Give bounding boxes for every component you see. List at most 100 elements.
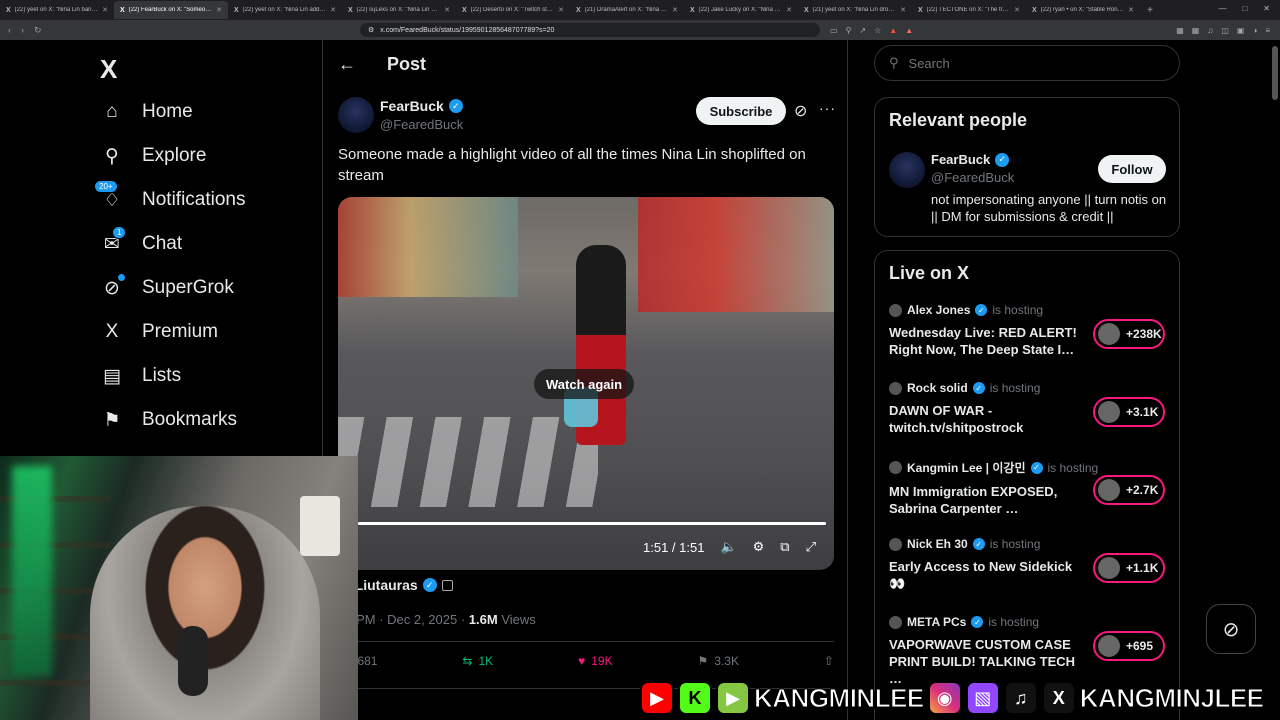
subscribe-button[interactable]: Subscribe: [696, 97, 786, 125]
more-options-icon[interactable]: ···: [819, 100, 836, 116]
watch-again-button[interactable]: Watch again: [534, 369, 635, 399]
person-avatar[interactable]: [889, 152, 925, 188]
close-tab-icon[interactable]: ✕: [672, 6, 678, 14]
live-listener-pill[interactable]: +238K: [1093, 319, 1165, 349]
like-button[interactable]: ♥ 19K: [578, 654, 612, 668]
reload-icon[interactable]: ↻: [34, 25, 42, 36]
video-progress-fill: [358, 522, 826, 525]
browser-tab[interactable]: X(22) ryan • on X: "Stable Ronaldo… ✕: [1026, 1, 1140, 19]
browser-tab[interactable]: X(22) sųLexs on X: "Nina Lin was ca… ✕: [342, 1, 456, 19]
nav-item-notifications[interactable]: ♢ 20+ Notifications: [94, 180, 246, 212]
tab-title: (22) yeet on X: "Nina Lin addresse…: [242, 7, 326, 13]
close-tab-icon[interactable]: ✕: [216, 6, 222, 14]
scrollbar[interactable]: [1272, 46, 1278, 100]
nav-item-bookmarks[interactable]: ⚑ Bookmarks: [100, 408, 237, 432]
person-name-row[interactable]: FearBuck ✓: [931, 152, 1010, 167]
follow-button[interactable]: Follow: [1098, 155, 1166, 183]
close-tab-icon[interactable]: ✕: [330, 6, 336, 14]
zoom-icon[interactable]: ⚲: [846, 26, 852, 35]
browser-tab[interactable]: X(22) yeet on X: "Nina Lin banned o…✕: [0, 1, 114, 19]
repost-count: 1K: [478, 654, 494, 668]
x-logo[interactable]: X: [100, 54, 117, 85]
volume-icon[interactable]: 🔈: [720, 539, 736, 555]
bookmark-star-icon[interactable]: ☆: [874, 26, 881, 35]
author-name[interactable]: FearBuck: [380, 98, 444, 114]
close-tab-icon[interactable]: ✕: [900, 6, 906, 14]
x-favicon-icon: X: [804, 6, 809, 14]
bookmark-button[interactable]: ⚑ 3.3K: [698, 654, 739, 668]
x-favicon-icon: X: [6, 6, 11, 14]
tab-title: (22) ryan • on X: "Stable Ronaldo…: [1040, 7, 1124, 13]
grok-icon: ⊘: [100, 274, 125, 300]
minimize-icon[interactable]: —: [1218, 4, 1226, 13]
close-tab-icon[interactable]: ✕: [1128, 6, 1134, 14]
site-info-icon[interactable]: ⚙: [368, 26, 374, 34]
new-tab-button[interactable]: +: [1140, 5, 1160, 16]
live-item[interactable]: Alex Jones ✓ is hosting Wednesday Live: RED…: [889, 303, 1169, 358]
listener-count: +3.1K: [1126, 405, 1159, 419]
live-title: MN Immigration EXPOSED, Sabrina Carpente…: [889, 484, 1058, 516]
settings-icon[interactable]: ⚙: [753, 539, 765, 555]
nav-item-premium[interactable]: X Premium: [100, 320, 218, 344]
video-player[interactable]: Watch again 1:51 / 1:51 🔈 ⚙ ⧉ ⤢: [338, 197, 834, 570]
live-item[interactable]: Kangmin Lee | 이강민 ✓ is hosting MN Immigrati…: [889, 459, 1169, 517]
close-tab-icon[interactable]: ✕: [444, 6, 450, 14]
search-input[interactable]: ⚲ Search: [874, 45, 1180, 81]
person-handle[interactable]: @FearedBuck: [931, 170, 1014, 185]
music-icon[interactable]: ♫: [1207, 26, 1213, 35]
browser-tab[interactable]: X(21) DramaAlert on X: "Nina Lin &…✕: [570, 1, 684, 19]
close-tab-icon[interactable]: ✕: [558, 6, 564, 14]
repost-button[interactable]: ⇆ 1K: [462, 654, 493, 668]
browser-tab[interactable]: X(22) Deserto on X: "Twitch streame… ✕: [456, 1, 570, 19]
live-listener-pill[interactable]: +2.7K: [1093, 475, 1165, 505]
nav-item-explore[interactable]: ⚲ Explore: [100, 144, 206, 168]
share-icon[interactable]: ↗: [859, 26, 866, 35]
nav-item-supergrok[interactable]: ⊘ SuperGrok: [100, 274, 234, 300]
video-progress-bar[interactable]: [358, 522, 826, 525]
close-tab-icon[interactable]: ✕: [102, 6, 108, 14]
browser-tab[interactable]: X (22) FearBuck on X: "Someone… ✕: [114, 1, 228, 19]
right-sidebar: ⚲ Search Relevant people FearBuck ✓ @Fear…: [848, 40, 1268, 720]
browser-tab[interactable]: X(22) Jake Lucky on X: "Nina Lin is j…✕: [684, 1, 798, 19]
wallet-icon[interactable]: ▣: [1237, 26, 1245, 35]
vpn-icon[interactable]: ◑: [1252, 26, 1257, 35]
grok-icon[interactable]: ⊘: [794, 101, 807, 121]
grok-floating-button[interactable]: ⊘: [1206, 604, 1256, 654]
back-arrow-icon[interactable]: ←: [338, 54, 356, 75]
url-field[interactable]: ⚙ x.com/FearedBuck/status/19959012856487…: [360, 23, 820, 37]
maximize-icon[interactable]: □: [1242, 4, 1247, 13]
close-tab-icon[interactable]: ✕: [786, 6, 792, 14]
rewards-icon[interactable]: ▲: [905, 26, 913, 35]
cast-icon[interactable]: ▭: [830, 26, 838, 35]
live-listener-pill[interactable]: +1.1K: [1093, 553, 1165, 583]
browser-tab[interactable]: X(21) yeet on X: "Nina Lin drops an… ✕: [798, 1, 912, 19]
nav-item-home[interactable]: ⌂ Home: [100, 100, 192, 124]
like-count: 19K: [591, 654, 613, 668]
close-tab-icon[interactable]: ✕: [1014, 6, 1020, 14]
live-listener-pill[interactable]: +695: [1093, 631, 1165, 661]
live-item[interactable]: Rock solid ✓ is hosting DAWN OF WAR - twitc…: [889, 381, 1169, 436]
back-browser-icon[interactable]: ‹: [8, 25, 11, 36]
extension-icon[interactable]: ▦: [1176, 26, 1184, 35]
forward-browser-icon[interactable]: ›: [21, 25, 24, 36]
brave-shield-icon[interactable]: ▲: [889, 26, 897, 35]
nav-item-lists[interactable]: ▤ Lists: [100, 364, 181, 388]
author-handle[interactable]: @FearedBuck: [380, 117, 463, 132]
fullscreen-icon[interactable]: ⤢: [806, 539, 816, 555]
sidebar-icon[interactable]: ◫: [1221, 26, 1229, 35]
listener-avatar: [1098, 557, 1120, 579]
share-button[interactable]: ⇧: [824, 654, 834, 668]
live-item[interactable]: Nick Eh 30 ✓ is hosting Early Access to New…: [889, 537, 1169, 592]
author-avatar[interactable]: [338, 97, 374, 133]
live-host-row: Kangmin Lee | 이강민 ✓ is hosting: [889, 459, 1169, 476]
nav-item-chat[interactable]: ✉ 1 Chat: [100, 226, 182, 256]
browser-tab[interactable]: X(22) yeet on X: "Nina Lin addresse… ✕: [228, 1, 342, 19]
extension-icon[interactable]: ▦: [1192, 26, 1200, 35]
picture-in-picture-icon[interactable]: ⧉: [780, 539, 789, 555]
live-listener-pill[interactable]: +3.1K: [1093, 397, 1165, 427]
close-window-icon[interactable]: ✕: [1263, 4, 1270, 13]
menu-icon[interactable]: ≡: [1265, 26, 1270, 35]
live-host-row: Alex Jones ✓ is hosting: [889, 303, 1169, 317]
browser-tab[interactable]: X(22) TECTONE on X: "The transp… ✕: [912, 1, 1026, 19]
x-favicon-icon: X: [576, 6, 581, 14]
